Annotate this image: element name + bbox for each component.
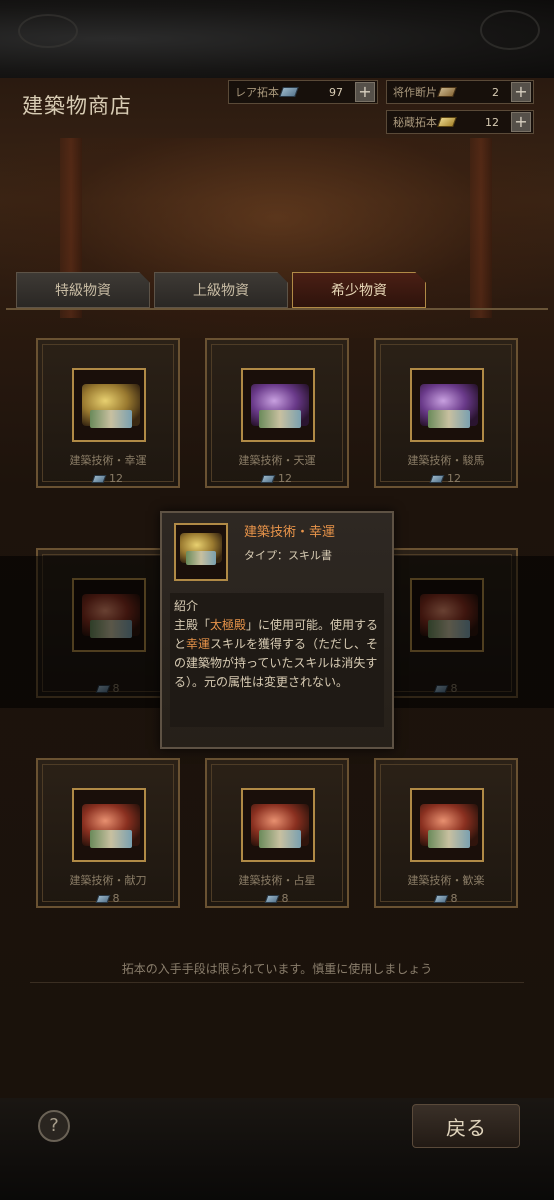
item-icon-frame xyxy=(72,368,146,442)
help-button[interactable]: ? xyxy=(38,1110,70,1142)
resource-label: レア拓本 xyxy=(235,86,279,99)
shop-item-card[interactable]: 建築技術・天運 12 xyxy=(205,338,349,488)
top-decor-band xyxy=(0,0,554,78)
add-resource-button[interactable]: + xyxy=(355,82,375,102)
shop-item-card[interactable]: 建築技術・占星 8 xyxy=(205,758,349,908)
book-icon xyxy=(91,475,107,483)
skill-scroll-icon xyxy=(251,804,309,848)
item-name: 建築技術・歓楽 xyxy=(407,874,485,887)
item-icon-frame xyxy=(72,788,146,862)
resource-label: 将作断片 xyxy=(393,86,437,99)
page-title: 建築物商店 xyxy=(22,94,132,118)
resource-secret-rubbing: 秘蔵拓本 12 + xyxy=(386,110,534,134)
item-name: 建築技術・占星 xyxy=(238,874,316,887)
shop-item-card[interactable]: 建築技術・献刀 8 xyxy=(36,758,180,908)
tooltip-description: 紹介 主殿「太極殿」に使用可能。使用すると幸運スキルを獲得する（ただし、その建築… xyxy=(170,593,384,727)
tab-special-goods[interactable]: 特級物資 xyxy=(16,272,150,308)
add-resource-button[interactable]: + xyxy=(511,112,531,132)
item-price: 8 xyxy=(376,892,516,905)
skill-scroll-icon xyxy=(82,804,140,848)
highlight-building: 太極殿 xyxy=(210,618,247,632)
book-icon xyxy=(429,475,445,483)
book-icon xyxy=(95,895,110,903)
add-resource-button[interactable]: + xyxy=(511,82,531,102)
skill-scroll-icon xyxy=(420,804,478,848)
background-pillar xyxy=(470,138,492,318)
item-price: 8 xyxy=(207,892,347,905)
resource-value: 97 xyxy=(329,85,343,99)
tab-divider xyxy=(6,308,548,310)
item-name: 建築技術・駿馬 xyxy=(407,454,485,467)
tooltip-description-text: 主殿「太極殿」に使用可能。使用すると幸運スキルを獲得する（ただし、その建築物が持… xyxy=(174,618,379,689)
tooltip-section-label: 紹介 xyxy=(174,599,199,613)
item-price: 12 xyxy=(376,472,516,485)
book-icon xyxy=(279,87,299,97)
item-icon-frame xyxy=(241,788,315,862)
shop-item-card[interactable]: 建築技術・歓楽 8 xyxy=(374,758,518,908)
skill-scroll-icon xyxy=(82,384,140,428)
resource-rare-rubbing: レア拓本 97 + xyxy=(228,80,378,104)
tab-rare-goods[interactable]: 希少物資 xyxy=(292,272,426,308)
skill-scroll-icon xyxy=(420,384,478,428)
footer-divider xyxy=(30,982,524,983)
tooltip-item-name: 建築技術・幸運 xyxy=(244,525,336,540)
resource-label: 秘蔵拓本 xyxy=(393,116,437,129)
item-price: 12 xyxy=(207,472,347,485)
resource-fragment: 将作断片 2 + xyxy=(386,80,534,104)
book-icon xyxy=(437,117,457,127)
cloud-ornament xyxy=(480,10,540,50)
book-icon xyxy=(260,475,276,483)
shop-item-card[interactable]: 建築技術・幸運 12 xyxy=(36,338,180,488)
resource-value: 12 xyxy=(485,115,499,129)
item-name: 建築技術・天運 xyxy=(238,454,316,467)
highlight-skill: 幸運 xyxy=(186,637,211,651)
item-icon-frame xyxy=(241,368,315,442)
tab-upper-goods[interactable]: 上級物資 xyxy=(154,272,288,308)
item-price: 12 xyxy=(38,472,178,485)
book-icon xyxy=(433,895,448,903)
skill-scroll-icon xyxy=(180,533,222,565)
item-tooltip: 建築技術・幸運 タイプ：スキル書 紹介 主殿「太極殿」に使用可能。使用すると幸運… xyxy=(160,511,394,749)
skill-scroll-icon xyxy=(251,384,309,428)
item-icon-frame xyxy=(410,788,484,862)
item-name: 建築技術・幸運 xyxy=(69,454,147,467)
back-button[interactable]: 戻る xyxy=(412,1104,520,1148)
tooltip-item-type: タイプ：スキル書 xyxy=(244,549,332,562)
cloud-ornament xyxy=(18,14,78,48)
item-price: 8 xyxy=(38,892,178,905)
item-icon-frame xyxy=(410,368,484,442)
resource-value: 2 xyxy=(492,85,499,99)
item-name: 建築技術・献刀 xyxy=(69,874,147,887)
shop-item-card[interactable]: 建築技術・駿馬 12 xyxy=(374,338,518,488)
book-icon xyxy=(264,895,279,903)
tooltip-item-icon xyxy=(174,523,228,581)
category-tabs: 特級物資 上級物資 希少物資 xyxy=(16,272,426,308)
book-icon xyxy=(437,87,457,97)
footer-notice: 拓本の入手手段は限られています。慎重に使用しましょう xyxy=(121,962,433,976)
